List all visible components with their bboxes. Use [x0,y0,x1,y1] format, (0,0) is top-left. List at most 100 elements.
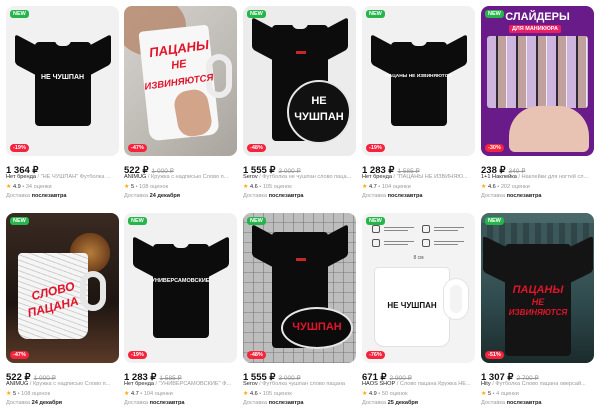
rating: ★ 4.9 • 50 оценок [362,391,408,397]
product-image[interactable]: NEW СЛОВО ПАЦАНА -47% [6,213,119,363]
review-count: 105 оценок [262,391,292,397]
product-info: 522 ₽1 000 ₽ ANIMUG / Кружка с надписью … [124,160,237,199]
mug-print: НЕ ЧУШПАН [387,301,437,310]
rating: ★ 4.6 • 202 оценки [481,184,530,190]
tee-print: УНИВЕРСАМОВСКИЕ [151,278,210,284]
brand-name: ANIMUG [6,381,29,387]
tee-print-1: ПАЦАНЫ [512,284,564,296]
brand-name: Hity [481,381,491,387]
star-icon: ★ [6,184,12,190]
new-badge: NEW [247,217,266,225]
product-title[interactable]: 1+1 Наклейка / Наклейки для ногтей сл... [481,174,594,180]
review-count: 50 оценок [381,391,408,397]
product-title[interactable]: Serov / Футболка не чушпан слово паца... [243,174,356,180]
discount-badge: -48% [247,144,266,152]
review-count: 202 оценки [500,184,530,190]
product-image[interactable]: NEW ПАЦАНЫ НЕ ИЗВИНЯЮТСЯ -19% [362,6,475,156]
product-title[interactable]: Нет бренда / "ПАЦАНЫ НЕ ИЗВИНЯЮ... [362,174,475,180]
review-count: 108 оценок [21,391,51,397]
product-image[interactable]: ПАЦАНЫ НЕ ИЗВИНЯЮТСЯ -47% [124,6,237,156]
product-title[interactable]: ANIMUG / Кружка с надписью Слово п... [6,381,119,387]
product-image[interactable]: NEW УНИВЕРСАМОВСКИЕ -19% [124,213,237,363]
new-badge: NEW [366,217,385,225]
tee-print: ПАЦАНЫ НЕ ИЗВИНЯЮТСЯ [385,74,452,79]
delivery: Доставка послезавтра [6,193,67,199]
product-image[interactable]: NEW НЕ ЧУШПАН -19% [6,6,119,156]
star-icon: ★ [6,391,12,397]
star-icon: ★ [481,391,487,397]
review-count: 108 оценок [139,184,169,190]
product-image[interactable]: NEW 8 см НЕ ЧУШПАН -76% [362,213,475,363]
delivery-date: послезавтра [387,193,423,199]
brand-name: Serov [243,174,258,180]
star-icon: ★ [481,184,487,190]
rating: ★ 4.9 • 34 оценки [6,184,52,190]
tee-print-3: ИЗВИНЯЮТСЯ [508,308,568,317]
discount-badge: -76% [366,351,385,359]
rating: ★ 5 • 108 оценок [124,184,169,190]
product-info: 1 364 ₽ Нет бренда / "НЕ ЧУШПАН" Футболк… [6,160,119,199]
delivery-date: 24 декабря [31,400,63,406]
review-count: 34 оценки [25,184,52,190]
rating: ★ 4.6 • 105 оценок [243,184,292,190]
delivery: Доставка послезавтра [362,193,423,199]
product-title[interactable]: HAOS SHOP / Слово пацана Кружка НЕ... [362,381,475,387]
size-label: 8 см [413,255,424,261]
brand-name: Serov [243,381,258,387]
delivery: Доставка послезавтра [124,400,185,406]
delivery-date: послезавтра [506,400,542,406]
product-info: 1 283 ₽1 585 ₽ Нет бренда / "УНИВЕРСАМОВ… [124,367,237,406]
new-badge: NEW [10,10,29,18]
delivery: Доставка 24 декабря [124,193,181,199]
delivery: Доставка 25 декабря [362,400,419,406]
product-image[interactable]: NEW ПАЦАНЫ НЕ ИЗВИНЯЮТСЯ -51% [481,213,594,363]
new-badge: NEW [247,10,266,18]
product-info: 671 ₽2 900 ₽ HAOS SHOP / Слово пацана Кр… [362,367,475,406]
new-badge: NEW [10,217,29,225]
brand-name: Нет бренда [6,174,36,180]
rating: ★ 4.7 • 104 оценки [362,184,411,190]
delivery-date: послезавтра [149,400,185,406]
rating: ★ 5 • 108 оценок [6,391,51,397]
brand-name: Нет бренда [362,174,392,180]
discount-badge: -30% [485,144,504,152]
nails-photo [509,106,589,152]
product-title[interactable]: Serov / Футболка чушпан слово пацана [243,381,356,387]
star-icon: ★ [124,391,130,397]
star-icon: ★ [243,391,249,397]
product-title[interactable]: Нет бренда / "УНИВЕРСАМОВСКИЕ" Ф... [124,381,237,387]
new-badge: NEW [128,217,147,225]
discount-badge: -51% [485,351,504,359]
delivery: Доставка послезавтра [243,193,304,199]
product-title[interactable]: ANIMUG / Кружка с надписью Слово п... [124,174,237,180]
product-info: 1 283 ₽1 585 ₽ Нет бренда / "ПАЦАНЫ НЕ И… [362,160,475,199]
product-image[interactable]: NEW ЧУШПАН -48% [243,213,356,363]
discount-badge: -47% [10,351,29,359]
product-title[interactable]: Нет бренда / "НЕ ЧУШПАН" Футболка ... [6,174,119,180]
delivery-date: послезавтра [31,193,67,199]
brand-name: ANIMUG [124,174,147,180]
delivery-date: 25 декабря [387,400,419,406]
feature-icons [372,225,466,251]
product-title[interactable]: Hity / Футболка Слово пацана оверсай... [481,381,594,387]
tee-print: НЕ ЧУШПАН [40,74,85,81]
rating: ★ 5 • 4 оценки [481,391,519,397]
new-badge: NEW [485,10,504,18]
print-closeup: НЕ ЧУШПАН [287,80,351,144]
discount-badge: -19% [366,144,385,152]
star-icon: ★ [124,184,130,190]
brand-name: HAOS SHOP [362,381,396,387]
star-icon: ★ [243,184,249,190]
delivery: Доставка послезавтра [481,193,542,199]
rating: ★ 4.7 • 104 оценки [124,391,173,397]
new-badge: NEW [366,10,385,18]
brand-name: Нет бренда [124,381,154,387]
tee-print-2: НЕ [531,297,545,307]
discount-badge: -19% [10,144,29,152]
product-info: 238 ₽340 ₽ 1+1 Наклейка / Наклейки для н… [481,160,594,199]
review-count: 104 оценки [381,184,411,190]
product-image[interactable]: NEW СЛАЙДЕРЫ ДЛЯ МАНИКЮРА -30% [481,6,594,156]
new-badge: NEW [485,217,504,225]
brand-name: 1+1 Наклейка [481,174,517,180]
product-image[interactable]: NEW НЕ ЧУШПАН -48% [243,6,356,156]
